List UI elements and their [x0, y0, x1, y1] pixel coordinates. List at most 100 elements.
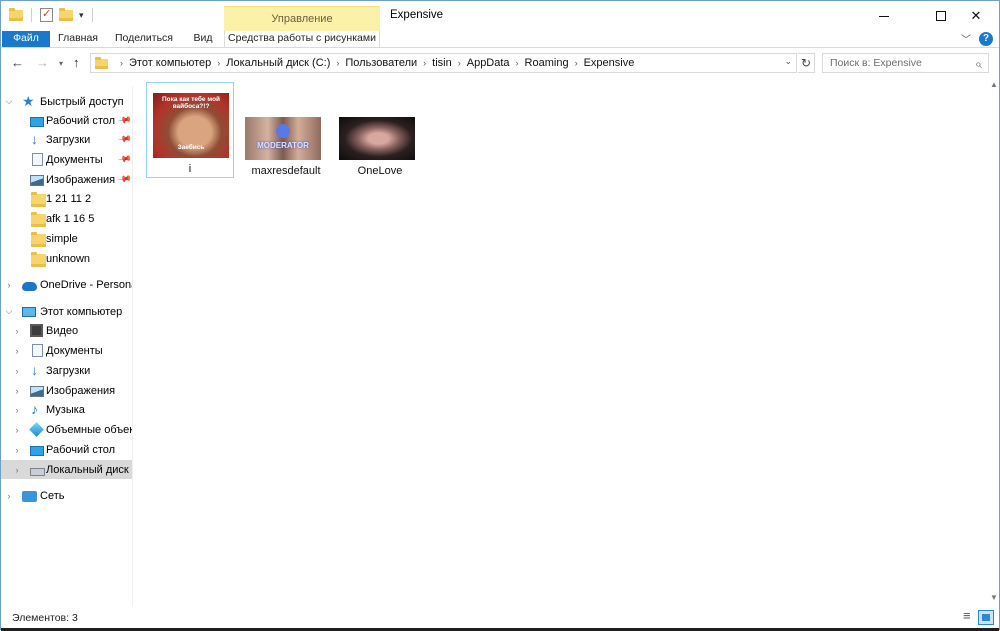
chevron-right-icon[interactable]: › [4, 491, 14, 501]
3d-objects-icon [29, 422, 44, 437]
folder-icon [31, 192, 46, 207]
chevron-right-icon[interactable]: › [458, 58, 461, 68]
video-icon [30, 324, 43, 337]
local-disk-icon [30, 467, 45, 476]
file-item[interactable]: OneLove [336, 82, 424, 178]
customize-toolbar-icon[interactable]: ▾ [79, 10, 84, 21]
chevron-right-icon[interactable]: › [12, 425, 22, 435]
file-list[interactable]: Пока как тебе мой вайбоса?!? Заебись i M… [134, 78, 989, 606]
new-folder-icon[interactable] [59, 7, 73, 21]
sidebar-item-label: Рабочий стол [46, 114, 116, 127]
breadcrumb-item[interactable]: Expensive [584, 57, 635, 69]
network-icon [22, 490, 37, 502]
chevron-down-icon[interactable]: ⌵ [4, 96, 14, 107]
sidebar-item-label: Изображения [46, 384, 116, 397]
scroll-up-icon[interactable]: ▲ [990, 80, 998, 89]
folder-icon[interactable] [9, 7, 23, 21]
search-input[interactable]: Поиск в: Expensive ⌕ [822, 53, 989, 73]
sidebar-item-label: Загрузки [46, 133, 91, 146]
sidebar-item-pictures[interactable]: › Изображения [1, 381, 132, 400]
large-icons-view-icon[interactable] [978, 610, 994, 625]
minimize-button[interactable] [861, 1, 907, 31]
address-bar[interactable]: › Этот компьютер › Локальный диск (C:) ›… [90, 53, 797, 73]
search-icon[interactable]: ⌕ [975, 55, 982, 73]
chevron-right-icon[interactable]: › [4, 280, 14, 290]
sidebar-item-quick-access[interactable]: ⌵ ★ Быстрый доступ [1, 92, 132, 111]
up-arrow-icon[interactable]: ↑ [73, 55, 80, 70]
sidebar-item-folder[interactable]: unknown [1, 249, 132, 268]
tab-picture-tools[interactable]: Средства работы с рисунками [224, 31, 380, 47]
sidebar-item-desktop[interactable]: Рабочий стол 📌 [1, 111, 132, 130]
address-history-icon[interactable]: ⌄ [784, 56, 792, 67]
divider [31, 8, 32, 22]
sidebar-item-desktop[interactable]: › Рабочий стол [1, 440, 132, 459]
chevron-right-icon[interactable]: › [12, 405, 22, 415]
sidebar-item-downloads[interactable]: ↓ Загрузки 📌 [1, 130, 132, 149]
documents-icon [32, 344, 43, 357]
desktop-icon [30, 116, 44, 127]
sidebar-item-folder[interactable]: simple [1, 229, 132, 248]
sidebar-item-documents[interactable]: › Документы [1, 341, 132, 360]
breadcrumb-item[interactable]: tisin [432, 57, 452, 69]
file-item[interactable]: Пока как тебе мой вайбоса?!? Заебись i [146, 82, 234, 178]
recent-locations-icon[interactable]: ▾ [59, 59, 63, 68]
breadcrumb-item[interactable]: AppData [467, 57, 510, 69]
sidebar-item-3d-objects[interactable]: › Объемные объекты [1, 420, 132, 439]
chevron-right-icon[interactable]: › [12, 386, 22, 396]
chevron-right-icon[interactable]: › [12, 346, 22, 356]
sidebar-item-label: Объемные объекты [46, 423, 132, 436]
sidebar-item-network[interactable]: › Сеть [1, 486, 132, 505]
refresh-button[interactable]: ↻ [798, 53, 815, 73]
vertical-scrollbar[interactable]: ▲ ▼ [989, 78, 999, 606]
file-item[interactable]: MODERATOR maxresdefault [242, 82, 330, 178]
pin-icon[interactable]: 📌 [117, 132, 132, 147]
back-arrow-icon[interactable]: ← [11, 55, 24, 70]
pin-icon[interactable]: 📌 [117, 113, 132, 128]
status-bar: Элементов: 3 [1, 606, 999, 629]
chevron-right-icon[interactable]: › [12, 445, 22, 455]
help-icon[interactable]: ? [979, 31, 993, 46]
pin-icon[interactable]: 📌 [117, 152, 132, 167]
chevron-right-icon[interactable]: › [575, 58, 578, 68]
sidebar-item-videos[interactable]: › Видео [1, 321, 132, 340]
sidebar-item-local-disk[interactable]: › Локальный диск (C:) [1, 460, 132, 479]
chevron-right-icon[interactable]: › [217, 58, 220, 68]
close-button[interactable]: ✕ [953, 1, 999, 31]
breadcrumb-item[interactable]: Локальный диск (C:) [226, 57, 330, 69]
sidebar-item-onedrive[interactable]: › OneDrive - Personal [1, 275, 132, 294]
pin-icon[interactable]: 📌 [117, 172, 132, 187]
sidebar-item-folder[interactable]: afk 1 16 5 [1, 209, 132, 228]
sidebar-item-folder[interactable]: 1 21 11 2 [1, 189, 132, 208]
breadcrumb-item[interactable]: Roaming [525, 57, 569, 69]
chevron-right-icon[interactable]: › [423, 58, 426, 68]
sidebar-item-this-pc[interactable]: ⌵ Этот компьютер [1, 302, 132, 321]
tab-share[interactable]: Поделиться [111, 31, 177, 47]
breadcrumb-item[interactable]: Пользователи [345, 57, 417, 69]
chevron-right-icon[interactable]: › [12, 326, 22, 336]
properties-icon[interactable] [40, 7, 53, 22]
tab-view[interactable]: Вид [187, 31, 219, 47]
sidebar-item-label: Изображения [46, 173, 116, 186]
forward-arrow-icon[interactable]: → [36, 55, 49, 70]
details-view-icon[interactable] [960, 608, 976, 625]
sidebar-item-music[interactable]: › ♪ Музыка [1, 400, 132, 419]
chevron-right-icon[interactable]: › [12, 465, 22, 475]
sidebar-item-downloads[interactable]: › ↓ Загрузки [1, 361, 132, 380]
breadcrumb-item[interactable]: Этот компьютер [129, 57, 211, 69]
pictures-icon [30, 174, 44, 186]
folder-icon [95, 57, 108, 69]
chevron-right-icon[interactable]: › [12, 366, 22, 376]
desktop-icon [30, 445, 44, 456]
expand-ribbon-icon[interactable]: ﹀ [961, 31, 971, 46]
chevron-right-icon[interactable]: › [516, 58, 519, 68]
chevron-right-icon[interactable]: › [336, 58, 339, 68]
sidebar-item-pictures[interactable]: Изображения 📌 [1, 170, 132, 189]
sidebar-item-label: Документы [46, 344, 103, 357]
tab-file[interactable]: Файл [2, 31, 50, 47]
file-name: OneLove [357, 165, 403, 177]
sidebar-item-documents[interactable]: Документы 📌 [1, 150, 132, 169]
chevron-right-icon[interactable]: › [120, 58, 123, 68]
scroll-down-icon[interactable]: ▼ [990, 593, 998, 602]
chevron-down-icon[interactable]: ⌵ [4, 306, 14, 317]
tab-home[interactable]: Главная [53, 31, 103, 47]
